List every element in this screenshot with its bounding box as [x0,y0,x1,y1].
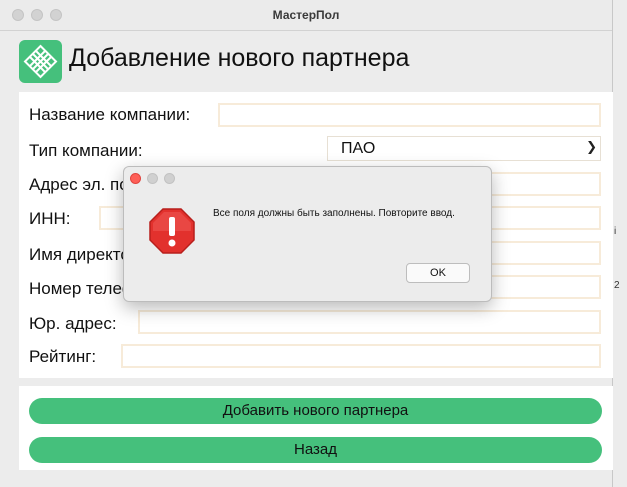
alert-dialog: Все поля должны быть заполнены. Повторит… [123,166,492,302]
legal-address-label: Юр. адрес: [29,314,117,333]
alert-message: Все поля должны быть заполнены. Повторит… [213,208,455,219]
mosaic-tile-logo-icon [19,40,62,83]
dialog-close-button[interactable] [130,173,141,184]
stop-alert-icon [148,207,196,255]
background-window-strip: i 2 [612,0,627,487]
company-type-value: ПАО [341,140,376,157]
chevron-down-icon: ❯ [586,139,597,154]
inn-label: ИНН: [29,209,71,228]
background-glyph: 2 [614,280,620,291]
title-bar[interactable]: МастерПол [0,0,612,31]
rating-input[interactable] [121,344,601,368]
company-type-label: Тип компании: [29,141,143,160]
back-button[interactable]: Назад [29,437,602,463]
dialog-zoom-button [164,173,175,184]
ok-button[interactable]: OK [406,263,470,283]
company-name-input[interactable] [218,103,601,127]
dialog-minimize-button [147,173,158,184]
add-partner-button[interactable]: Добавить нового партнера [29,398,602,424]
company-type-select[interactable]: ПАО ❯ [327,136,601,161]
window-title: МастерПол [272,8,340,22]
legal-address-input[interactable] [138,310,601,334]
page-title: Добавление нового партнера [69,44,410,72]
background-glyph: i [614,226,617,237]
company-name-label: Название компании: [29,105,191,124]
rating-label: Рейтинг: [29,347,97,366]
